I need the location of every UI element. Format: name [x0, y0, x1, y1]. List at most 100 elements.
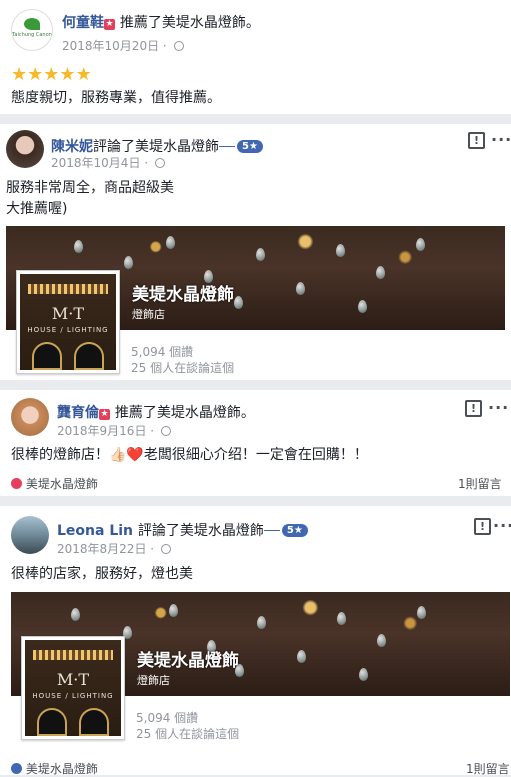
logo-arch — [79, 708, 109, 736]
review-text: 很棒的店家，服務好，燈也美 — [11, 566, 193, 582]
page-likes: 5,094 個讚 — [131, 345, 194, 359]
review-text-line-2: 大推薦喔) — [6, 201, 68, 217]
logo-mt: M·T — [56, 670, 90, 689]
star-icon: ★ — [43, 64, 60, 85]
review-date[interactable]: 2018年10月4日 — [51, 156, 140, 170]
page-category: 燈飾店 — [137, 674, 170, 687]
avatar[interactable] — [11, 516, 49, 554]
review-card-1: Taichung Canon 何童鞋★ 推薦了美堤水晶燈飾。 2018年10月2… — [0, 0, 511, 114]
more-options-icon[interactable]: ··· — [493, 516, 511, 535]
rating-line — [219, 146, 235, 147]
crystal-drop — [377, 634, 386, 647]
crystal-drop — [166, 236, 175, 249]
review-date[interactable]: 2018年8月22日 — [57, 542, 146, 556]
reviewer-name-row: 何童鞋★ 推薦了美堤水晶燈飾。 — [62, 12, 260, 32]
page-title[interactable]: 美堤水晶燈飾 — [132, 280, 234, 305]
logo-sub: HOUSE / LIGHTING — [27, 326, 109, 334]
comment-count[interactable]: 1則留言 — [466, 760, 510, 777]
reviewer-name[interactable]: 何童鞋 — [62, 15, 104, 31]
rating-badge: 5★ — [237, 140, 263, 153]
review-date[interactable]: 2018年10月20日 — [62, 39, 159, 53]
page-logo[interactable]: M·T HOUSE / LIGHTING — [21, 636, 125, 740]
review-text: 很棒的燈飾店！👍🏻❤️老闆很細心介绍！一定會在回購！！ — [11, 447, 368, 463]
logo-bulbs — [33, 650, 113, 660]
page-logo[interactable]: M·T HOUSE / LIGHTING — [16, 270, 120, 374]
rating-badge: 5★ — [281, 524, 308, 537]
crystal-drop — [359, 668, 368, 681]
comment-count[interactable]: 1則留言 — [458, 475, 502, 492]
logo-image: M·T HOUSE / LIGHTING — [25, 640, 121, 736]
reactions-label[interactable]: 美堤水晶燈飾 — [26, 762, 98, 776]
globe-icon — [154, 158, 165, 168]
review-text: 態度親切，服務專業，值得推薦。 — [11, 90, 221, 106]
reactions-row: 美堤水晶燈飾 — [11, 475, 98, 492]
avatar[interactable] — [6, 130, 44, 168]
avatar[interactable]: Taichung Canon — [11, 9, 53, 51]
logo-arch — [32, 342, 62, 370]
crystal-drop — [71, 608, 80, 621]
crystal-drop — [124, 256, 133, 269]
crystal-drop — [256, 248, 265, 261]
review-card-2: 陳米妮評論了美堤水晶燈飾 5★ 2018年10月4日 · ! ··· 服務非常周全… — [0, 124, 511, 380]
reactions-label[interactable]: 美堤水晶燈飾 — [26, 477, 98, 491]
page-title[interactable]: 美堤水晶燈飾 — [137, 646, 239, 671]
crystal-drop — [417, 606, 426, 619]
review-date[interactable]: 2018年9月16日 — [57, 424, 146, 438]
review-date-row: 2018年9月16日 · — [57, 422, 171, 439]
review-date-row: 2018年10月4日 · — [51, 154, 165, 171]
report-icon[interactable]: ! — [465, 400, 482, 417]
crystal-drop — [336, 244, 345, 257]
avatar-leaf-icon — [24, 18, 40, 30]
crystal-drop — [337, 612, 346, 625]
page-talking: 25 個人在談論這個 — [131, 361, 235, 375]
rating-line — [263, 530, 280, 531]
report-icon[interactable]: ! — [468, 132, 485, 149]
reactions-row: 美堤水晶燈飾 — [11, 760, 98, 777]
page-attachment[interactable]: 美堤水晶燈飾 燈飾店 M·T HOUSE / LIGHTING 5,094 個讚… — [11, 592, 510, 742]
crystal-drop — [234, 296, 243, 309]
logo-mt: M·T — [51, 304, 85, 323]
crystal-drop — [358, 300, 367, 313]
heart-icon — [11, 478, 22, 489]
globe-icon — [160, 544, 171, 554]
star-rating: ★★★★★ — [11, 64, 92, 85]
review-action: 評論了美堤水晶燈飾 — [137, 523, 264, 539]
globe-icon — [160, 426, 171, 436]
page-category: 燈飾店 — [132, 308, 165, 321]
recommend-icon: ★ — [99, 409, 110, 420]
avatar[interactable] — [11, 398, 49, 436]
star-icon: ★ — [59, 64, 76, 85]
crystal-drop — [297, 650, 306, 663]
crystal-drop — [296, 282, 305, 295]
review-action: 推薦了美堤水晶燈飾。 — [114, 405, 255, 421]
reviewer-name[interactable]: 陳米妮 — [51, 139, 93, 155]
star-icon: ★ — [75, 64, 92, 85]
review-card-4: Leona Lin 評論了美堤水晶燈飾 5★ 2018年8月22日 · ! ···… — [0, 506, 511, 777]
reviewer-name[interactable]: 龔育倫 — [57, 405, 99, 421]
reviewer-name-row: 龔育倫★ 推薦了美堤水晶燈飾。 — [57, 402, 255, 422]
recommend-icon: ★ — [104, 19, 115, 30]
crystal-drop — [257, 616, 266, 629]
report-icon[interactable]: ! — [474, 518, 491, 535]
crystal-drop — [416, 238, 425, 251]
like-icon — [11, 763, 22, 774]
reviewer-name-row: Leona Lin 評論了美堤水晶燈飾 5★ — [57, 520, 308, 540]
review-date-row: 2018年8月22日 · — [57, 540, 171, 557]
page-attachment[interactable]: 美堤水晶燈飾 燈飾店 M·T HOUSE / LIGHTING 5,094 個讚… — [6, 226, 505, 376]
more-options-icon[interactable]: ··· — [491, 130, 511, 149]
review-date-row: 2018年10月20日 · — [62, 37, 184, 54]
star-icon: ★ — [11, 64, 28, 85]
review-action: 評論了美堤水晶燈飾 — [93, 139, 219, 155]
more-options-icon[interactable]: ··· — [488, 398, 509, 417]
crystal-drop — [74, 240, 83, 253]
page-likes: 5,094 個讚 — [136, 711, 199, 725]
avatar-text: Taichung Canon — [12, 32, 52, 38]
review-card-3: 龔育倫★ 推薦了美堤水晶燈飾。 2018年9月16日 · ! ··· 很棒的燈飾… — [0, 390, 511, 496]
logo-bulbs — [28, 284, 108, 294]
reviewer-name[interactable]: Leona Lin — [57, 523, 133, 539]
crystal-drop — [169, 604, 178, 617]
crystal-drop — [376, 266, 385, 279]
logo-arch — [37, 708, 67, 736]
review-action: 推薦了美堤水晶燈飾。 — [119, 15, 260, 31]
logo-sub: HOUSE / LIGHTING — [32, 692, 114, 700]
